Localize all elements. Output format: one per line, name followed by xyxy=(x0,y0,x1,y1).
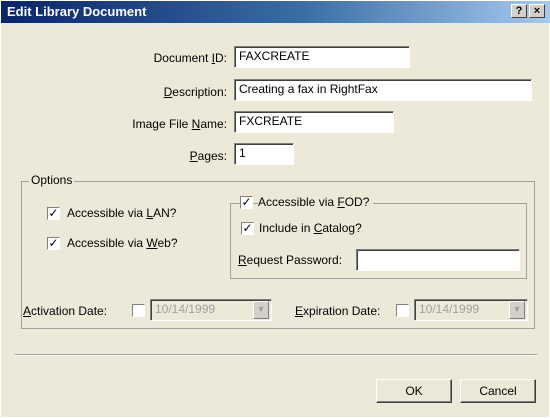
accessible-fod-label: Accessible via FOD? xyxy=(258,195,374,209)
window-title: Edit Library Document xyxy=(7,4,147,19)
activation-date-checkbox[interactable] xyxy=(132,304,145,317)
pages-input[interactable]: 1 xyxy=(234,143,294,165)
expiration-date-label: Expiration Date: xyxy=(295,304,381,318)
expiration-date-checkbox[interactable] xyxy=(396,304,409,317)
description-input[interactable]: Creating a fax in RightFax xyxy=(234,79,532,101)
include-catalog-label: Include in Catalog? xyxy=(259,221,362,235)
options-group-label: Options xyxy=(29,173,75,187)
image-file-name-label: Image File Name: xyxy=(132,117,227,131)
title-bar[interactable]: Edit Library Document ? × xyxy=(1,1,550,23)
pages-label: Pages: xyxy=(189,149,227,163)
close-button[interactable]: × xyxy=(529,4,545,18)
document-id-input[interactable]: FAXCREATE xyxy=(234,46,410,68)
accessible-web-label: Accessible via Web? xyxy=(67,236,178,250)
edit-library-document-dialog: Edit Library Document ? × Document ID: F… xyxy=(0,0,550,418)
description-label: Description: xyxy=(163,85,227,99)
request-password-label: Request Password: xyxy=(238,253,343,267)
image-file-name-input[interactable]: FXCREATE xyxy=(234,111,394,133)
help-button[interactable]: ? xyxy=(511,4,527,18)
ok-button[interactable]: OK xyxy=(376,379,452,403)
accessible-lan-label: Accessible via LAN? xyxy=(67,206,177,220)
accessible-lan-checkbox[interactable]: ✓ xyxy=(47,207,60,220)
activation-date-label: Activation Date: xyxy=(23,304,108,318)
cancel-button[interactable]: Cancel xyxy=(460,379,536,403)
include-catalog-checkbox[interactable]: ✓ xyxy=(241,222,254,235)
accessible-web-checkbox[interactable]: ✓ xyxy=(47,237,60,250)
document-id-label: Document ID: xyxy=(153,51,227,65)
separator xyxy=(15,354,537,356)
accessible-fod-checkbox[interactable]: ✓ xyxy=(240,196,253,209)
activation-date-dropdown-icon[interactable]: ▼ xyxy=(253,301,269,319)
request-password-input[interactable] xyxy=(356,249,520,271)
expiration-date-dropdown-icon[interactable]: ▼ xyxy=(509,301,525,319)
